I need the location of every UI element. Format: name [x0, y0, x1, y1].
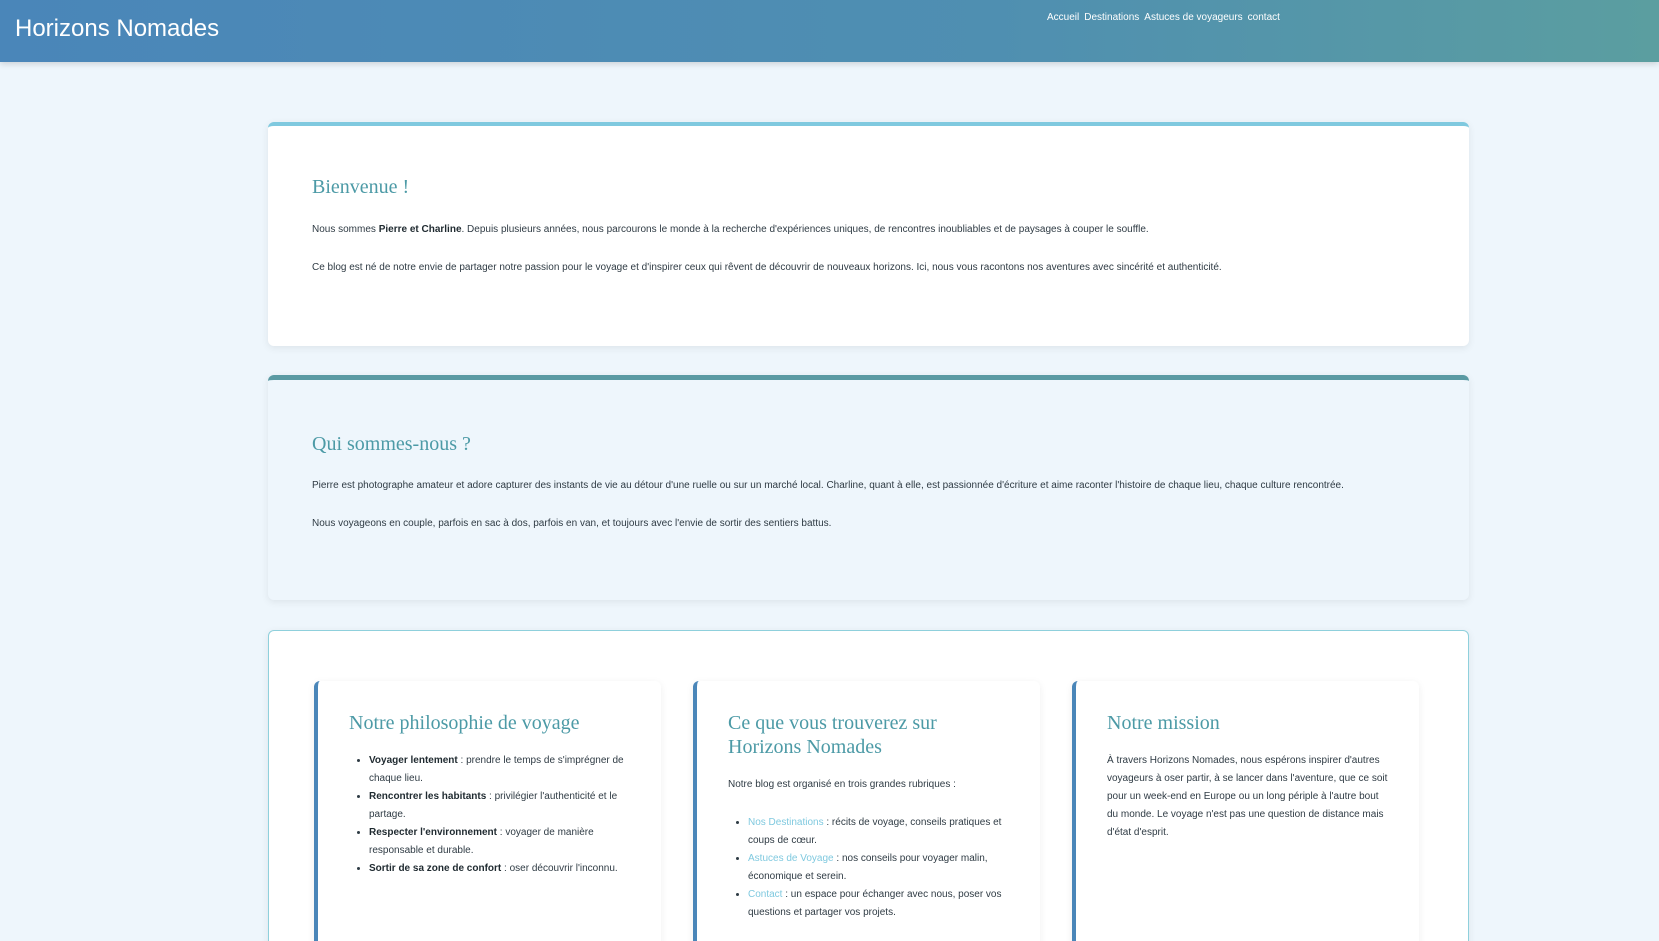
about-section: Qui sommes-nous ? Pierre est photographe…: [268, 375, 1469, 600]
list-item: Astuces de Voyage : nos conseils pour vo…: [748, 850, 1010, 886]
welcome-section: Bienvenue ! Nous sommes Pierre et Charli…: [268, 122, 1469, 346]
mission-title: Notre mission: [1107, 712, 1220, 734]
list-item-bold: Respecter l'environnement: [369, 827, 497, 838]
destinations-link[interactable]: Nos Destinations: [748, 817, 824, 828]
about-paragraph-2: Nous voyageons en couple, parfois en sac…: [312, 518, 832, 529]
welcome-text-end: . Depuis plusieurs années, nous parcouro…: [461, 224, 1149, 235]
list-item: Contact : un espace pour échanger avec n…: [748, 886, 1010, 922]
nav-link-accueil[interactable]: Accueil: [1047, 12, 1079, 23]
content-title: Ce que vous trouverez sur Horizons Nomad…: [728, 712, 937, 758]
list-item-bold: Voyager lentement: [369, 755, 458, 766]
site-header: Horizons Nomades Accueil Destinations As…: [0, 0, 1659, 62]
about-title: Qui sommes-nous ?: [312, 433, 471, 455]
list-item: Nos Destinations : récits de voyage, con…: [748, 814, 1010, 850]
welcome-title: Bienvenue !: [312, 176, 410, 198]
philosophy-list: Voyager lentement : prendre le temps de …: [349, 752, 631, 878]
contact-link[interactable]: Contact: [748, 889, 782, 900]
content-intro: Notre blog est organisé en trois grandes…: [728, 779, 956, 790]
list-item-bold: Rencontrer les habitants: [369, 791, 487, 802]
list-item: Respecter l'environnement : voyager de m…: [369, 824, 631, 860]
list-item-text: : un espace pour échanger avec nous, pos…: [748, 889, 1002, 918]
philosophy-title: Notre philosophie de voyage: [349, 712, 580, 734]
list-item-bold: Sortir de sa zone de confort: [369, 863, 502, 874]
list-item: Voyager lentement : prendre le temps de …: [369, 752, 631, 788]
content-card: Ce que vous trouverez sur Horizons Nomad…: [693, 681, 1040, 941]
main-nav: Accueil Destinations Astuces de voyageur…: [1047, 12, 1280, 23]
site-title[interactable]: Horizons Nomades: [15, 15, 219, 43]
mission-card: Notre mission À travers Horizons Nomades…: [1072, 681, 1419, 941]
features-section: Notre philosophie de voyage Voyager lent…: [268, 630, 1469, 941]
astuces-link[interactable]: Astuces de Voyage: [748, 853, 834, 864]
about-paragraph-1: Pierre est photographe amateur et adore …: [312, 480, 1344, 491]
nav-link-destinations[interactable]: Destinations: [1084, 12, 1139, 23]
welcome-paragraph-1: Nous sommes Pierre et Charline. Depuis p…: [312, 224, 1149, 235]
philosophy-card: Notre philosophie de voyage Voyager lent…: [314, 681, 661, 941]
welcome-paragraph-2: Ce blog est né de notre envie de partage…: [312, 262, 1222, 273]
nav-link-astuces[interactable]: Astuces de voyageurs: [1144, 12, 1242, 23]
nav-link-contact[interactable]: contact: [1248, 12, 1280, 23]
content-list: Nos Destinations : récits de voyage, con…: [728, 814, 1010, 922]
list-item: Sortir de sa zone de confort : oser déco…: [369, 860, 631, 878]
mission-text: À travers Horizons Nomades, nous espéron…: [1107, 755, 1388, 838]
welcome-names: Pierre et Charline: [378, 224, 462, 235]
welcome-text-start: Nous sommes: [312, 224, 379, 235]
list-item-text: : oser découvrir l'inconnu.: [501, 863, 618, 874]
list-item: Rencontrer les habitants : privilégier l…: [369, 788, 631, 824]
